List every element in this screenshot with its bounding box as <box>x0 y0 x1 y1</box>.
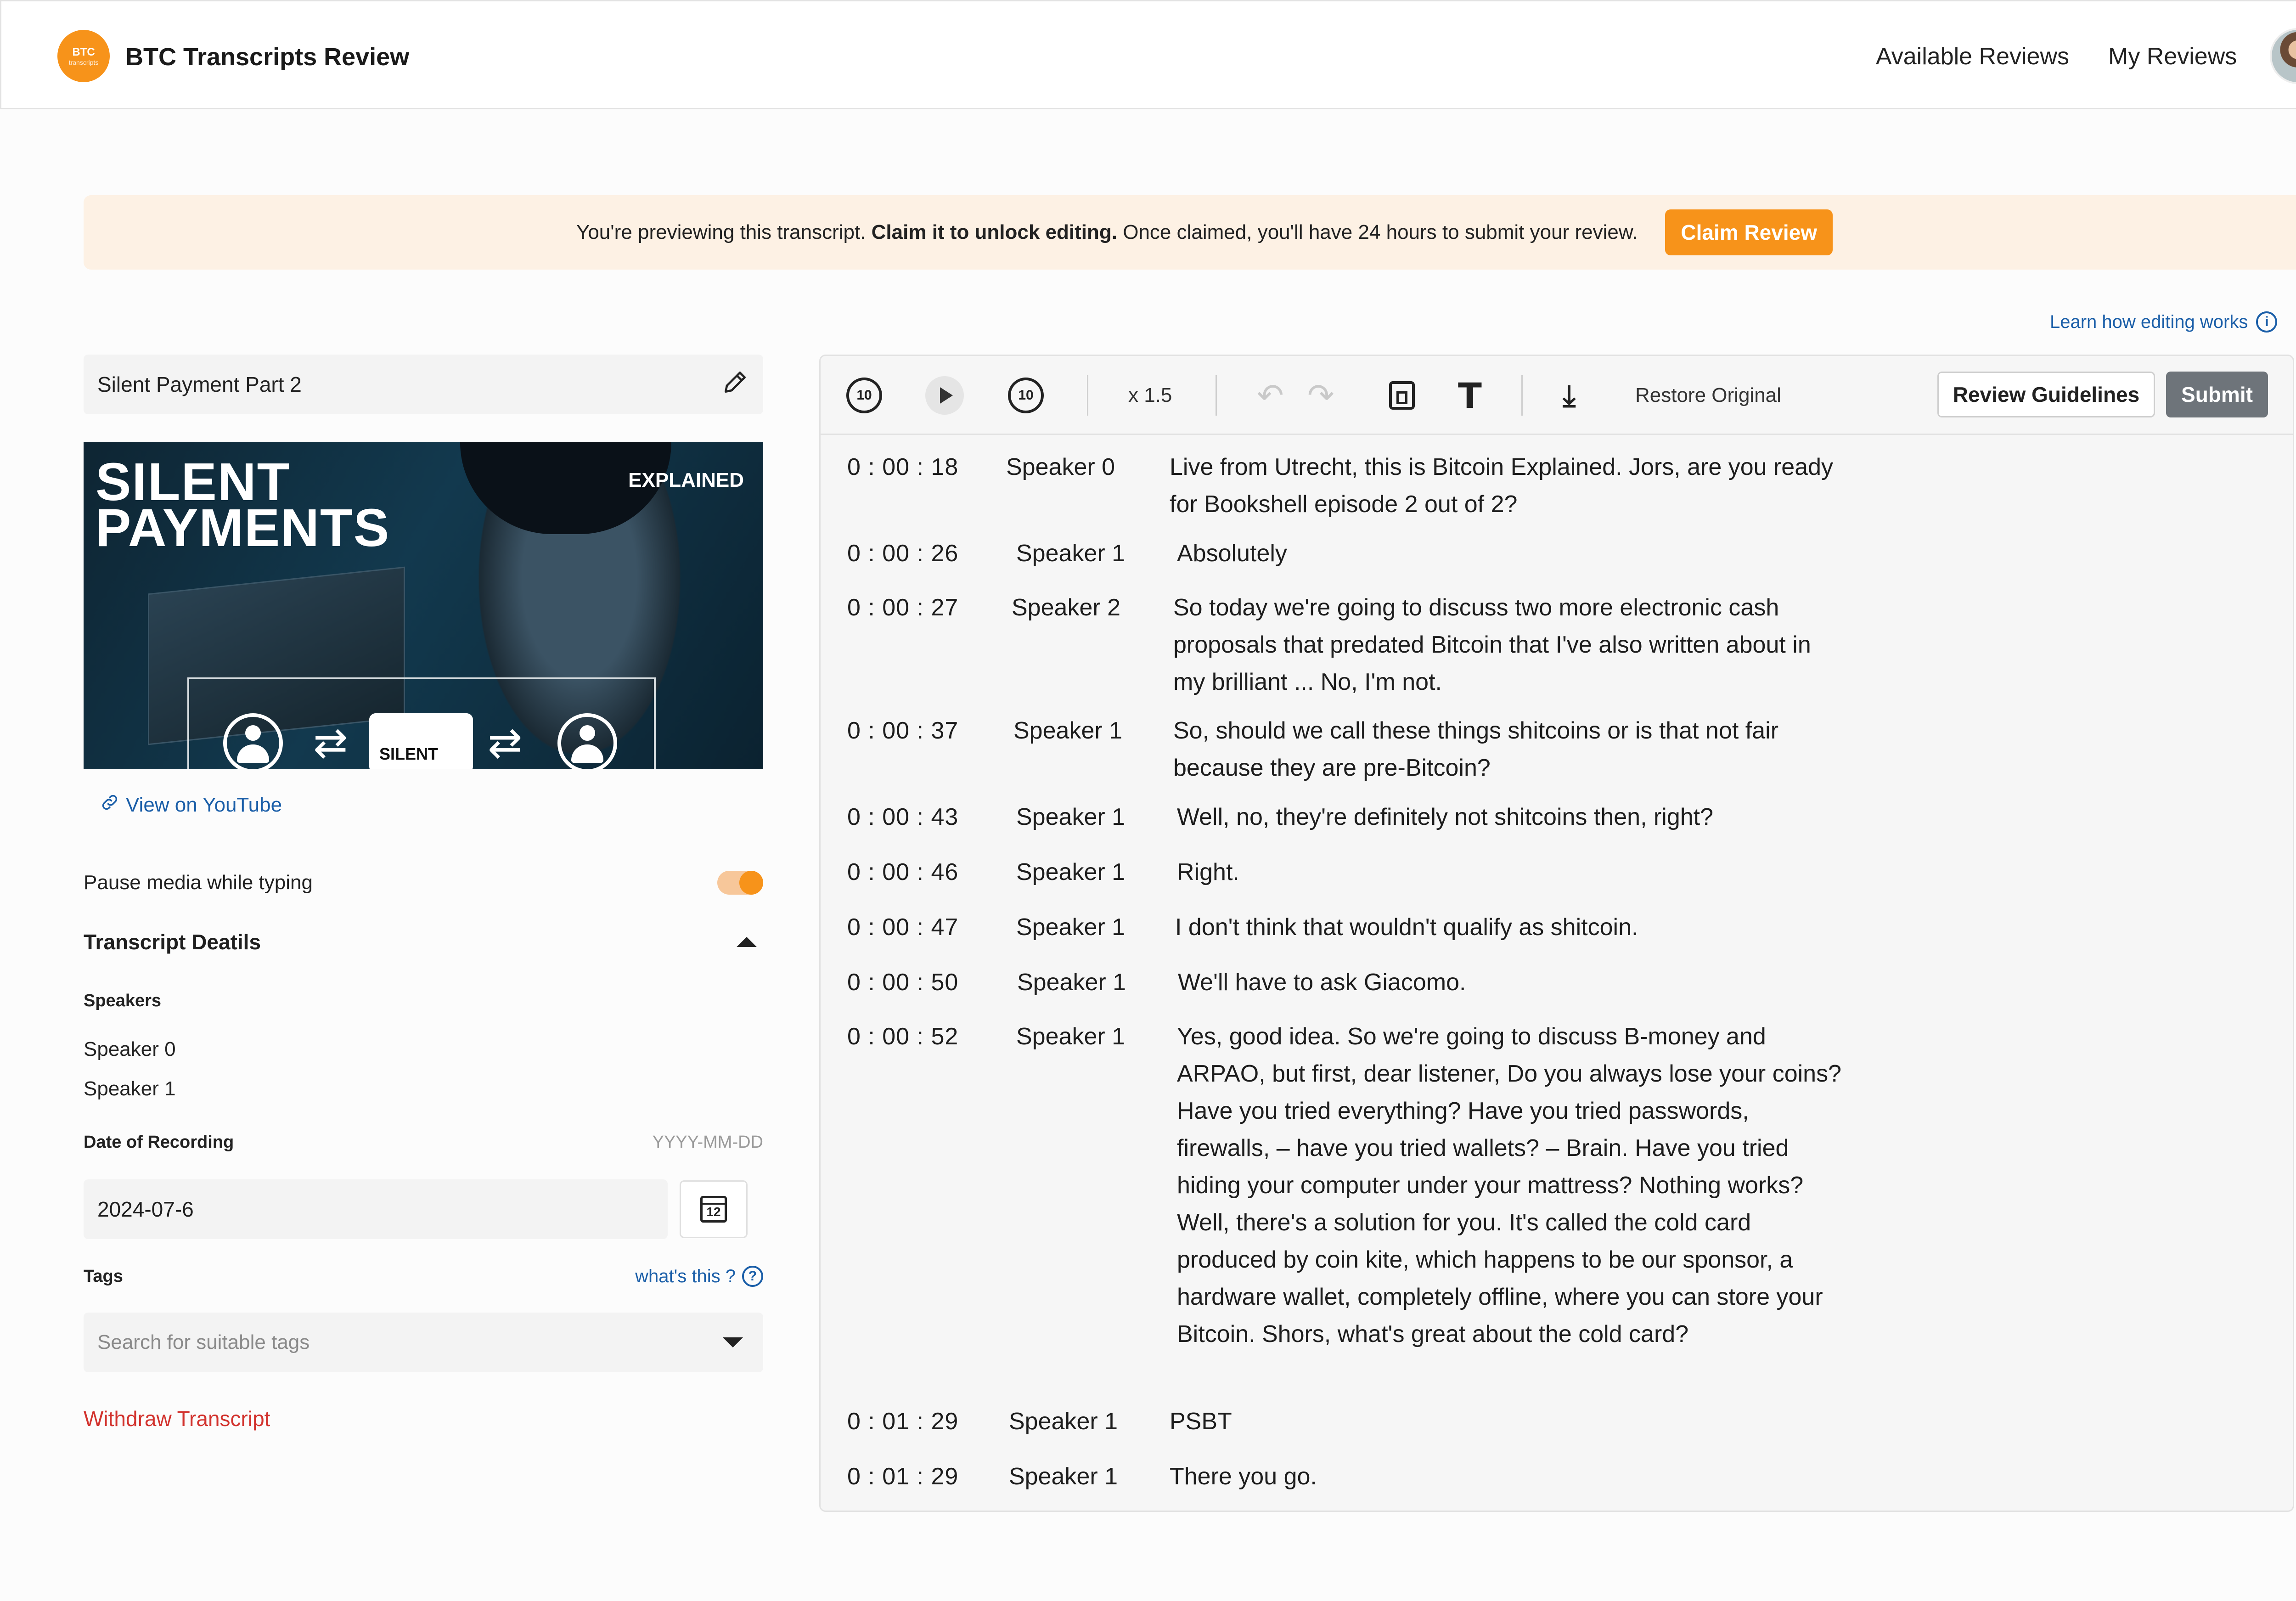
date-label-row: Date of Recording YYYY-MM-DD <box>84 1133 763 1152</box>
download-icon[interactable]: ⤓ <box>1563 374 1576 417</box>
timestamp[interactable]: 0 : 00 : 26 <box>847 535 958 572</box>
transcript-text[interactable]: Live from Utrecht, this is Bitcoin Expla… <box>1170 449 1840 523</box>
banner-message: You're previewing this transcript. Claim… <box>576 221 1638 243</box>
timestamp[interactable]: 0 : 00 : 43 <box>847 799 958 836</box>
speaker-item: Speaker 1 <box>84 1077 176 1100</box>
thumbnail-headline: SILENT PAYMENTS <box>96 452 390 558</box>
speaker-label[interactable]: Speaker 1 <box>1016 909 1125 946</box>
editor-toolbar: 10 10 x 1.5 ↶ ↷ T ⤓ Restore Original Rev… <box>821 356 2293 435</box>
transcript-details-header[interactable]: Transcript Deatils <box>84 930 763 954</box>
speaker-label[interactable]: Speaker 1 <box>1016 1018 1125 1055</box>
save-button[interactable] <box>1389 374 1415 417</box>
transcript-text[interactable]: Well, no, they're definitely not shitcoi… <box>1177 799 1847 836</box>
transcript-text[interactable]: Right. <box>1177 854 1847 891</box>
undo-icon[interactable]: ↶ <box>1257 374 1284 417</box>
playback-speed-button[interactable]: x 1.5 <box>1128 374 1172 417</box>
speaker-label[interactable]: Speaker 1 <box>1016 854 1125 891</box>
speaker-label[interactable]: Speaker 0 <box>1006 449 1115 486</box>
timestamp[interactable]: 0 : 00 : 37 <box>847 712 958 750</box>
view-on-youtube-link[interactable]: View on YouTube <box>100 793 282 817</box>
date-format-hint: YYYY-MM-DD <box>652 1133 763 1152</box>
transcript-text[interactable]: So today we're going to discuss two more… <box>1173 589 1844 701</box>
pencil-icon[interactable] <box>721 368 749 401</box>
transcript-text[interactable]: There you go. <box>1170 1458 1840 1495</box>
speaker-label[interactable]: Speaker 1 <box>1013 712 1122 750</box>
arrows-icon: ⇄ <box>313 720 348 766</box>
timestamp[interactable]: 0 : 00 : 18 <box>847 449 958 486</box>
text-format-icon[interactable]: T <box>1458 374 1482 417</box>
preview-banner: You're previewing this transcript. Claim… <box>84 195 2296 270</box>
transcript-text[interactable]: I don't think that wouldn't qualify as s… <box>1175 909 1846 946</box>
timestamp[interactable]: 0 : 00 : 27 <box>847 589 958 626</box>
whats-this-link[interactable]: what's this ? ? <box>635 1266 763 1287</box>
transcript-text[interactable]: PSBT <box>1170 1403 1840 1440</box>
date-label: Date of Recording <box>84 1133 234 1152</box>
transcript-text[interactable]: Absolutely <box>1177 535 1847 572</box>
question-icon: ? <box>742 1266 763 1287</box>
speaker-label[interactable]: Speaker 2 <box>1012 589 1120 626</box>
speaker-label[interactable]: Speaker 1 <box>1009 1403 1118 1440</box>
timestamp[interactable]: 0 : 01 : 29 <box>847 1458 958 1495</box>
toolbar-divider <box>1087 375 1088 416</box>
tags-search-input[interactable]: Search for suitable tags <box>84 1313 763 1372</box>
timestamp[interactable]: 0 : 01 : 29 <box>847 1403 958 1440</box>
claim-review-button[interactable]: Claim Review <box>1665 209 1833 255</box>
chevron-down-icon[interactable] <box>723 1337 743 1347</box>
speaker-label[interactable]: Speaker 1 <box>1016 799 1125 836</box>
top-header: BTC transcripts BTC Transcripts Review A… <box>0 0 2296 109</box>
arrows-icon: ⇄ <box>488 720 523 766</box>
speaker-item: Speaker 0 <box>84 1038 176 1060</box>
chevron-up-icon[interactable] <box>737 937 757 947</box>
nav-my-reviews[interactable]: My Reviews <box>2108 43 2237 70</box>
app-title: BTC Transcripts Review <box>125 43 410 71</box>
timestamp[interactable]: 0 : 00 : 46 <box>847 854 958 891</box>
play-button[interactable] <box>925 374 964 417</box>
app-logo[interactable]: BTC transcripts <box>57 30 110 82</box>
user-avatar[interactable] <box>2270 28 2296 84</box>
learn-editing-link[interactable]: Learn how editing works i <box>2050 311 2278 333</box>
play-icon <box>925 376 964 415</box>
forward-10-button[interactable]: 10 <box>1008 374 1044 417</box>
restore-original-button[interactable]: Restore Original <box>1635 374 1781 417</box>
rewind-10-button[interactable]: 10 <box>846 374 882 417</box>
tags-label: Tags <box>84 1266 123 1286</box>
transcript-editor: 10 10 x 1.5 ↶ ↷ T ⤓ Restore Original Rev… <box>819 355 2294 1512</box>
wallet-icon: SILENT <box>369 713 473 769</box>
redo-icon[interactable]: ↷ <box>1307 374 1334 417</box>
calendar-icon: 12 <box>700 1196 727 1223</box>
pause-media-setting: Pause media while typing <box>84 871 763 895</box>
transcript-title-field[interactable]: Silent Payment Part 2 <box>84 355 763 414</box>
submit-button[interactable]: Submit <box>2166 372 2268 417</box>
transcript-text[interactable]: We'll have to ask Giacomo. <box>1178 964 1848 1001</box>
speaker-label[interactable]: Speaker 1 <box>1016 535 1125 572</box>
nav-available-reviews[interactable]: Available Reviews <box>1876 43 2069 70</box>
sender-user-icon <box>223 713 283 769</box>
review-guidelines-button[interactable]: Review Guidelines <box>1937 372 2155 417</box>
forward-icon: 10 <box>1008 378 1044 413</box>
transcript-text[interactable]: Yes, good idea. So we're going to discus… <box>1177 1018 1847 1353</box>
tags-label-row: Tags what's this ? ? <box>84 1266 763 1287</box>
info-icon: i <box>2256 311 2278 333</box>
save-icon <box>1389 381 1415 410</box>
speaker-label[interactable]: Speaker 1 <box>1009 1458 1118 1495</box>
transcript-text[interactable]: So, should we call these things shitcoin… <box>1173 712 1844 787</box>
toolbar-divider <box>1216 375 1217 416</box>
withdraw-transcript-link[interactable]: Withdraw Transcript <box>84 1406 270 1431</box>
timestamp[interactable]: 0 : 00 : 52 <box>847 1018 958 1055</box>
toolbar-divider <box>1521 375 1523 416</box>
timestamp[interactable]: 0 : 00 : 47 <box>847 909 958 946</box>
timestamp[interactable]: 0 : 00 : 50 <box>847 964 958 1001</box>
calendar-button[interactable]: 12 <box>680 1180 748 1238</box>
pause-media-toggle[interactable] <box>717 871 763 895</box>
receiver-user-icon <box>557 713 617 769</box>
link-icon <box>100 793 119 817</box>
speaker-label[interactable]: Speaker 1 <box>1017 964 1126 1001</box>
thumbnail-badge: EXPLAINED <box>628 469 744 491</box>
rewind-icon: 10 <box>846 378 882 413</box>
date-input[interactable]: 2024-07-6 <box>84 1179 668 1239</box>
video-thumbnail[interactable]: SILENT PAYMENTS EXPLAINED ⇄ SILENT ⇄ <box>84 442 763 769</box>
speakers-label: Speakers <box>84 991 162 1010</box>
